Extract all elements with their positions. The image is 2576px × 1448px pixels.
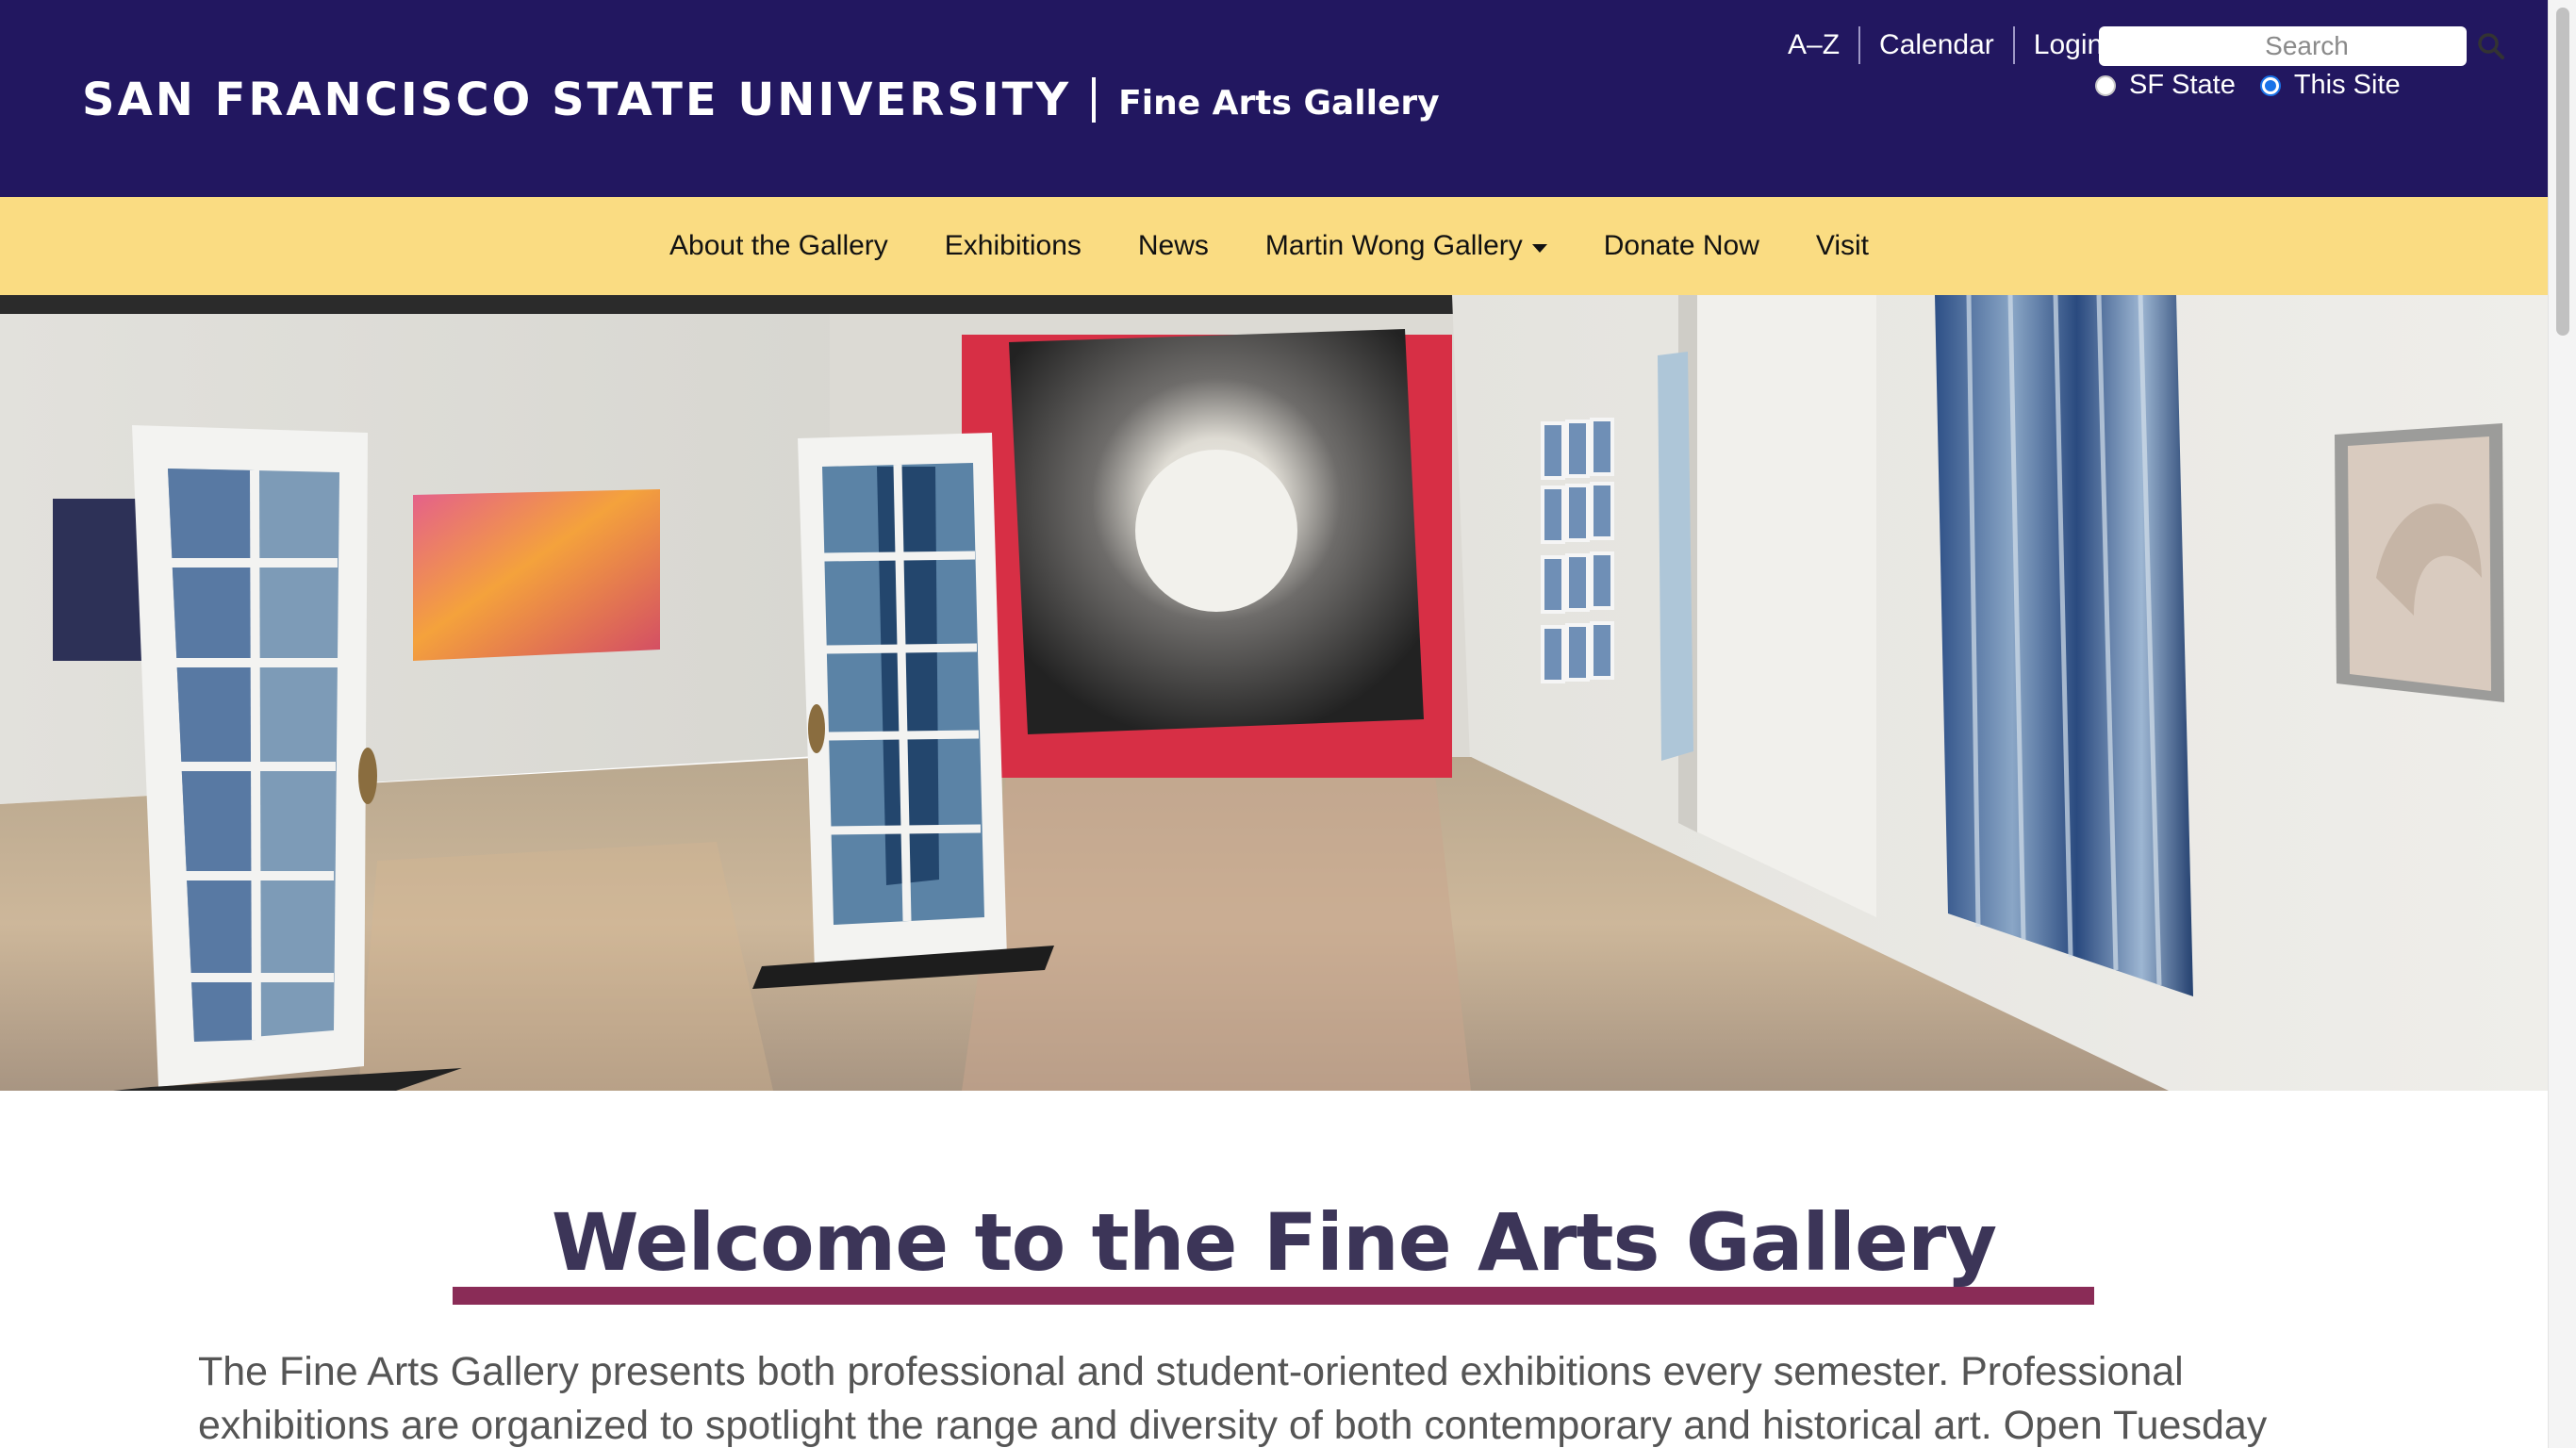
nav-item-about[interactable]: About the Gallery bbox=[641, 197, 916, 295]
vertical-scrollbar[interactable] bbox=[2548, 0, 2576, 1448]
scope-label-sf-state: SF State bbox=[2129, 70, 2236, 100]
nav-item-donate[interactable]: Donate Now bbox=[1576, 197, 1788, 295]
scope-radio-sf-state[interactable] bbox=[2095, 74, 2116, 96]
title-underline bbox=[453, 1287, 2094, 1305]
search-scope: SF State This Site bbox=[2095, 70, 2425, 101]
main-content: Welcome to the Fine Arts Gallery The Fin… bbox=[0, 1091, 2548, 1448]
nav-list: About the Gallery Exhibitions News Marti… bbox=[641, 197, 1897, 295]
brand-divider bbox=[1092, 77, 1097, 123]
search-input[interactable] bbox=[2099, 26, 2477, 66]
scrollbar-thumb[interactable] bbox=[2556, 8, 2569, 336]
main-nav: About the Gallery Exhibitions News Marti… bbox=[0, 197, 2548, 295]
page-title: Welcome to the Fine Arts Gallery bbox=[551, 1196, 1997, 1289]
nav-item-exhibitions[interactable]: Exhibitions bbox=[916, 197, 1110, 295]
site-header: SAN FRANCISCO STATE UNIVERSITY Fine Arts… bbox=[0, 0, 2548, 197]
nav-item-visit[interactable]: Visit bbox=[1788, 197, 1897, 295]
utility-link-calendar[interactable]: Calendar bbox=[1860, 25, 2013, 66]
university-name[interactable]: SAN FRANCISCO STATE UNIVERSITY bbox=[82, 62, 1071, 138]
utility-link-a-z[interactable]: A–Z bbox=[1773, 25, 1858, 66]
nav-item-news[interactable]: News bbox=[1110, 197, 1237, 295]
page: SAN FRANCISCO STATE UNIVERSITY Fine Arts… bbox=[0, 0, 2576, 1448]
intro-paragraph: The Fine Arts Gallery presents both prof… bbox=[198, 1349, 2268, 1448]
utility-nav: A–Z Calendar Login bbox=[1773, 25, 2122, 66]
search-icon[interactable] bbox=[2477, 26, 2505, 66]
nav-item-label: Martin Wong Gallery bbox=[1264, 230, 1523, 261]
scope-label-this-site: This Site bbox=[2293, 70, 2401, 100]
caret-down-icon bbox=[1531, 243, 1547, 253]
hero-image bbox=[0, 295, 2548, 1091]
scope-option-sf-state[interactable]: SF State bbox=[2095, 70, 2236, 101]
scope-radio-this-site[interactable] bbox=[2259, 74, 2281, 96]
site-name[interactable]: Fine Arts Gallery bbox=[1118, 58, 1439, 141]
scope-option-this-site[interactable]: This Site bbox=[2259, 70, 2401, 101]
search-box bbox=[2099, 26, 2504, 66]
nav-item-martin-wong-gallery[interactable]: Martin Wong Gallery bbox=[1237, 197, 1576, 295]
brand[interactable]: SAN FRANCISCO STATE UNIVERSITY Fine Arts… bbox=[82, 58, 1440, 141]
gallery-installation-photo bbox=[0, 295, 2548, 1091]
